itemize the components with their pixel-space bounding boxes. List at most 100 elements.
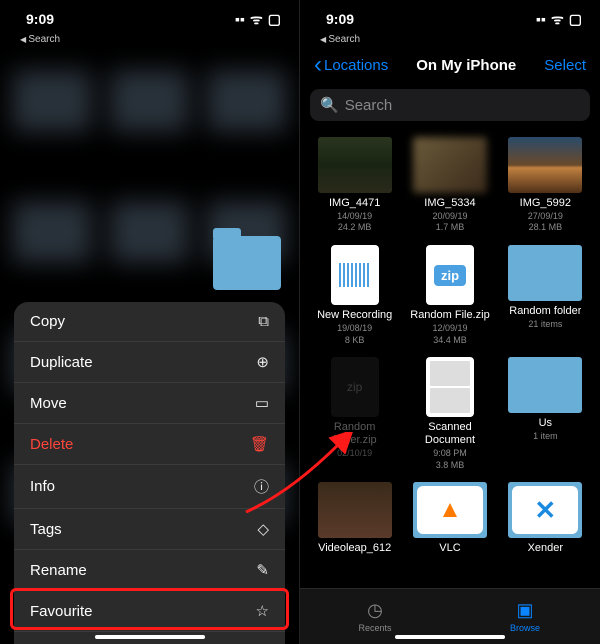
file-thumbnail (318, 137, 392, 193)
file-thumbnail (426, 357, 474, 417)
favourite-icon: ☆ (256, 602, 269, 620)
file-thumbnail (508, 357, 582, 413)
move-icon: ▭ (255, 394, 269, 412)
file-name: Videoleap_612 (318, 542, 391, 555)
file-name: Random folder.zip (312, 421, 398, 446)
select-button[interactable]: Select (544, 57, 586, 74)
menu-item-favourite[interactable]: Favourite ☆ (14, 591, 285, 632)
file-item[interactable]: IMG_533420/09/191.7 MB (403, 135, 496, 237)
search-icon: 🔍 (320, 96, 339, 114)
delete-icon: 🗑 (250, 435, 269, 453)
file-size: 8 KB (345, 335, 365, 346)
file-thumbnail (508, 137, 582, 193)
info-icon: ⓘ (254, 476, 269, 497)
file-size: 28.1 MB (529, 222, 563, 233)
file-date: 1 item (533, 431, 558, 442)
file-date: 21 items (528, 319, 562, 330)
back-button[interactable]: Locations (314, 51, 388, 79)
file-name: Us (539, 417, 552, 430)
file-thumbnail (508, 245, 582, 301)
menu-item-move[interactable]: Move ▭ (14, 383, 285, 424)
battery-icon: ▢ (569, 11, 582, 28)
menu-item-label: Favourite (30, 603, 93, 620)
file-item[interactable]: Videoleap_612 (308, 480, 401, 560)
file-item[interactable]: Random File.zip12/09/1934.4 MB (403, 243, 496, 349)
file-name: IMG_5334 (424, 197, 475, 210)
menu-item-copy[interactable]: Copy ⧉ (14, 302, 285, 342)
left-screenshot: 9:09 ▪▪ ᯤ ▢ Search Copy⧉Duplicate⊕Move▭D… (0, 0, 300, 644)
nav-bar: Locations On My iPhone Select (300, 45, 600, 83)
file-size: 3.8 MB (436, 460, 465, 471)
file-thumbnail (413, 137, 487, 193)
tags-icon: ◇ (257, 520, 269, 538)
signal-icon: ▪▪ (536, 11, 546, 27)
file-item[interactable]: VLC (403, 480, 496, 560)
file-item[interactable]: Us1 item (499, 355, 592, 474)
status-bar: 9:09 ▪▪ ᯤ ▢ (300, 0, 600, 38)
menu-item-label: Delete (30, 436, 73, 453)
file-name: Xender (528, 542, 563, 555)
file-item[interactable]: IMG_599227/09/1928.1 MB (499, 135, 592, 237)
context-menu: Copy ⧉ Duplicate ⊕ Move ▭ Delete 🗑 Info ⓘ Tags ◇ Ren… (14, 302, 285, 644)
menu-item-label: Tags (30, 521, 62, 538)
tab-label: Recents (358, 623, 391, 633)
menu-item-tags[interactable]: Tags ◇ (14, 509, 285, 550)
file-name: VLC (439, 542, 460, 555)
file-date: 20/09/19 (432, 211, 467, 222)
file-item[interactable]: Xender (499, 480, 592, 560)
file-date: 27/09/19 (528, 211, 563, 222)
page-title: On My iPhone (416, 57, 516, 74)
file-size: 24.2 MB (338, 222, 372, 233)
status-time: 9:09 (326, 11, 354, 27)
file-date: 14/09/19 (337, 211, 372, 222)
file-thumbnail (318, 482, 392, 538)
duplicate-icon: ⊕ (256, 353, 269, 371)
file-name: Random folder (509, 305, 581, 318)
menu-item-label: Copy (30, 313, 65, 330)
file-name: Scanned Document (407, 421, 493, 446)
copy-icon: ⧉ (258, 313, 269, 330)
menu-item-label: Duplicate (30, 354, 93, 371)
wifi-icon: ᯤ (551, 10, 564, 29)
menu-item-label: Rename (30, 562, 87, 579)
file-item[interactable]: Random folder21 items (499, 243, 592, 349)
file-thumbnail (426, 245, 474, 305)
file-item[interactable]: Scanned Document 9:08 PM3.8 MB (403, 355, 496, 474)
file-name: Random File.zip (410, 309, 489, 322)
file-size: 34.4 MB (433, 335, 467, 346)
menu-item-delete[interactable]: Delete 🗑 (14, 424, 285, 465)
rename-icon: ✎ (256, 561, 269, 579)
home-indicator (95, 635, 205, 639)
breadcrumb-back[interactable]: Search (300, 34, 600, 45)
file-date: 19/08/19 (337, 323, 372, 334)
menu-item-label: Info (30, 478, 55, 495)
file-name: New Recording (317, 309, 392, 322)
tab-label: Browse (510, 623, 540, 633)
file-item[interactable]: IMG_447114/09/1924.2 MB (308, 135, 401, 237)
selected-folder-icon (213, 236, 281, 290)
file-date: 9:08 PM (433, 448, 467, 459)
menu-item-duplicate[interactable]: Duplicate ⊕ (14, 342, 285, 383)
search-input[interactable]: 🔍 Search (310, 89, 590, 121)
menu-item-info[interactable]: Info ⓘ (14, 465, 285, 509)
menu-item-label: Move (30, 395, 67, 412)
search-placeholder: Search (345, 97, 393, 114)
file-thumbnail (413, 482, 487, 538)
menu-item-rename[interactable]: Rename ✎ (14, 550, 285, 591)
file-item[interactable]: New Recording19/08/198 KB (308, 243, 401, 349)
file-name: IMG_4471 (329, 197, 380, 210)
home-indicator (395, 635, 505, 639)
file-thumbnail (331, 245, 379, 305)
file-date: 12/09/19 (432, 323, 467, 334)
files-grid: IMG_447114/09/1924.2 MBIMG_533420/09/191… (300, 127, 600, 560)
file-thumbnail (508, 482, 582, 538)
folder-icon: ▣ (516, 600, 533, 621)
file-size: 1.7 MB (436, 222, 465, 233)
clock-icon: ◷ (367, 600, 383, 621)
file-item[interactable]: Random folder.zip 02/10/19 (308, 355, 401, 474)
status-indicators: ▪▪ ᯤ ▢ (536, 10, 582, 29)
file-thumbnail (331, 357, 379, 417)
right-screenshot: 9:09 ▪▪ ᯤ ▢ Search Locations On My iPhon… (300, 0, 600, 644)
file-date: 02/10/19 (337, 448, 372, 459)
file-name: IMG_5992 (520, 197, 571, 210)
